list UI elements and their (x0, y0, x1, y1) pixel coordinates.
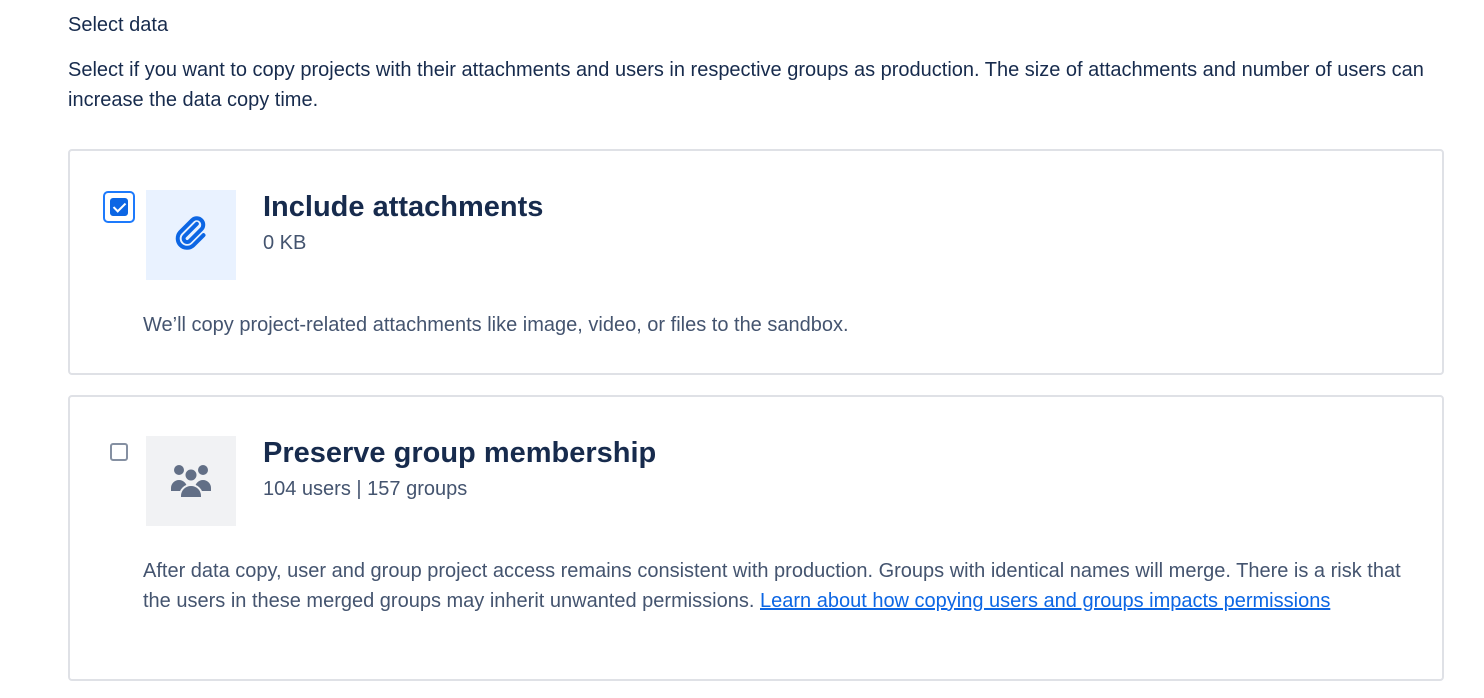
preserve-group-membership-card[interactable]: Preserve group membership 104 users | 15… (68, 395, 1444, 681)
groups-icon-tile (146, 436, 236, 526)
users-groups-count: 104 users | 157 groups (263, 478, 468, 500)
preserve-group-membership-title: Preserve group membership (263, 437, 657, 469)
include-attachments-card[interactable]: Include attachments 0 KB We’ll copy proj… (68, 149, 1444, 375)
learn-more-link[interactable]: Learn about how copying users and groups… (760, 590, 1330, 612)
attachments-icon-tile (146, 190, 236, 280)
preserve-group-membership-checkbox[interactable] (110, 443, 128, 461)
include-attachments-checkbox[interactable] (110, 198, 128, 216)
attachments-size: 0 KB (263, 232, 307, 254)
section-description: Select if you want to copy projects with… (68, 59, 1424, 111)
paperclip-icon (171, 213, 211, 258)
people-group-icon (169, 459, 213, 504)
section-title: Select data (68, 14, 169, 36)
include-attachments-description: We’ll copy project-related attachments l… (143, 314, 849, 336)
include-attachments-title: Include attachments (263, 191, 544, 223)
preserve-group-membership-description: After data copy, user and group project … (143, 556, 1433, 616)
